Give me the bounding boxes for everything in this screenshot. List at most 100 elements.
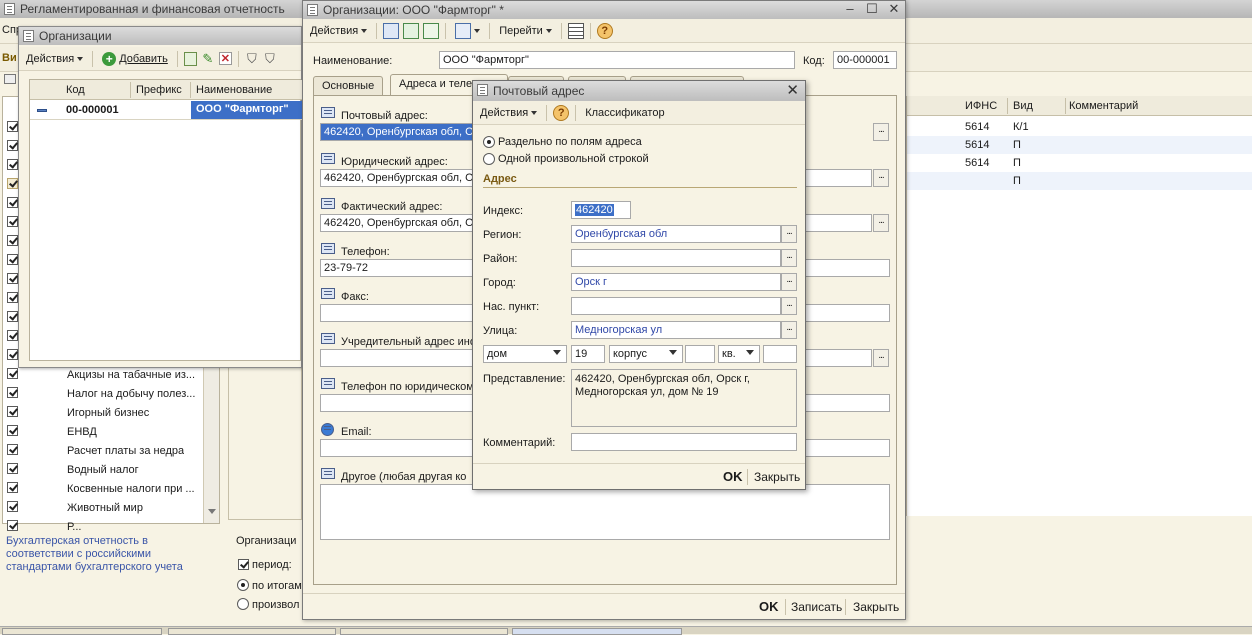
refresh-icon[interactable] [403,22,420,39]
help-icon[interactable]: ? [553,104,570,121]
close-button[interactable]: Закрыть [853,600,899,614]
structure-menu[interactable] [452,21,483,41]
report-checkbox[interactable] [7,254,18,265]
report-checkbox[interactable] [7,178,18,189]
list-icon[interactable] [567,22,584,39]
copy-icon[interactable] [423,22,440,39]
chevron-down-icon[interactable] [553,350,561,355]
delete-icon[interactable]: ✕ [218,52,232,65]
street-select-button[interactable]: ... [781,321,797,339]
column-header-vid[interactable]: Вид [1013,100,1033,112]
chevron-down-icon[interactable] [669,350,677,355]
radio-single-line[interactable] [483,153,495,165]
representation-field[interactable]: 462420, Оренбургская обл, Орск г, Медног… [571,369,797,427]
add-button[interactable]: + Добавить [99,49,171,69]
period-radio-custom[interactable] [237,598,249,610]
filter-clear-icon[interactable]: ⛉ [263,51,277,66]
section-field[interactable]: 462420, Оренбургская обл, О [320,123,480,141]
report-checkbox[interactable] [7,463,18,474]
report-checkbox[interactable] [7,425,18,436]
actions-menu[interactable]: Действия [477,103,540,123]
radio-separate-fields[interactable] [483,136,495,148]
district-field[interactable] [571,249,781,267]
column-header-prefix[interactable]: Префикс [136,84,182,96]
section-select-button[interactable]: ... [873,214,889,232]
name-field[interactable]: ООО "Фармторг" [439,51,795,69]
report-tree-item[interactable]: Косвенные налоги при ... [67,483,195,495]
maximize-icon[interactable]: ☐ [865,2,879,16]
chevron-down-icon[interactable] [746,350,754,355]
report-tree-item[interactable]: Водный налог [67,464,139,476]
report-tree-item[interactable]: Животный мир [67,502,143,514]
report-checkbox[interactable] [7,121,18,132]
table-row[interactable]: 5614 П [907,154,1252,172]
ok-button[interactable]: OK [723,469,743,484]
code-field[interactable]: 00-000001 [833,51,897,69]
actions-menu[interactable]: Действия [23,49,86,69]
region-select-button[interactable]: ... [781,225,797,243]
city-select-button[interactable]: ... [781,273,797,291]
table-row[interactable]: 5614 К/1 [907,118,1252,136]
column-header-ifns[interactable]: ИФНС [965,100,997,112]
flat-number-field[interactable] [763,345,797,363]
close-icon[interactable]: ✕ [786,81,799,101]
classifier-button[interactable]: Классификатор [582,103,667,123]
district-select-button[interactable]: ... [781,249,797,267]
help-icon[interactable]: ? [596,22,613,39]
column-header-code[interactable]: Код [66,84,85,96]
scroll-down-icon[interactable] [208,509,216,514]
section-field[interactable] [320,484,890,540]
report-tree-item[interactable]: Акцизы на табачные из... [67,369,195,381]
minimize-icon[interactable]: – [843,2,857,16]
report-checkbox[interactable] [7,235,18,246]
comment-field[interactable] [571,433,797,451]
edit-icon[interactable]: ✎ [201,51,215,66]
report-checkbox[interactable] [7,444,18,455]
report-tree-item[interactable]: ЕНВД [67,426,97,438]
report-tree-item[interactable]: Игорный бизнес [67,407,149,419]
ok-button[interactable]: OK [759,599,779,614]
bottom-description[interactable]: Бухгалтерская отчетность в соответствии … [6,535,196,574]
table-row[interactable]: 5614 П [907,136,1252,154]
save-button[interactable]: Записать [791,600,842,614]
index-field[interactable]: 462420 [571,201,631,219]
city-field[interactable]: Орск г [571,273,781,291]
table-row[interactable]: 00-000001 ООО "Фармторг" [30,101,302,120]
save-and-close-icon[interactable] [383,22,400,39]
filter-icon[interactable]: ⛉ [245,51,259,66]
goto-menu[interactable]: Перейти [496,21,555,41]
locality-select-button[interactable]: ... [781,297,797,315]
report-tree-item[interactable]: Р... [67,521,81,533]
close-icon[interactable]: ✕ [887,2,901,16]
close-button[interactable]: Закрыть [754,470,800,484]
report-checkbox[interactable] [7,349,18,360]
report-checkbox[interactable] [7,292,18,303]
section-select-button[interactable]: ... [873,169,889,187]
report-checkbox[interactable] [7,197,18,208]
print-icon[interactable] [4,74,16,84]
copy-icon[interactable] [183,51,197,66]
report-checkbox[interactable] [7,273,18,284]
table-row[interactable]: П [907,172,1252,190]
period-radio-totals[interactable] [237,579,249,591]
report-checkbox[interactable] [7,406,18,417]
report-checkbox[interactable] [7,520,18,531]
report-checkbox[interactable] [7,482,18,493]
column-header-comment[interactable]: Комментарий [1069,100,1138,112]
report-checkbox[interactable] [7,330,18,341]
report-checkbox[interactable] [7,387,18,398]
report-tree-item[interactable]: Налог на добычу полез... [67,388,195,400]
locality-field[interactable] [571,297,781,315]
report-checkbox[interactable] [7,501,18,512]
building-number-field[interactable] [685,345,715,363]
actions-menu[interactable]: Действия [307,21,370,41]
tab-main[interactable]: Основные [313,76,384,96]
column-header-name[interactable]: Наименование [196,84,272,96]
report-checkbox[interactable] [7,216,18,227]
section-select-button[interactable]: ... [873,349,889,367]
period-checkbox[interactable] [238,559,249,570]
report-tree-item[interactable]: Расчет платы за недра [67,445,184,457]
section-select-button[interactable]: ... [873,123,889,141]
region-field[interactable]: Оренбургская обл [571,225,781,243]
report-checkbox[interactable] [7,159,18,170]
